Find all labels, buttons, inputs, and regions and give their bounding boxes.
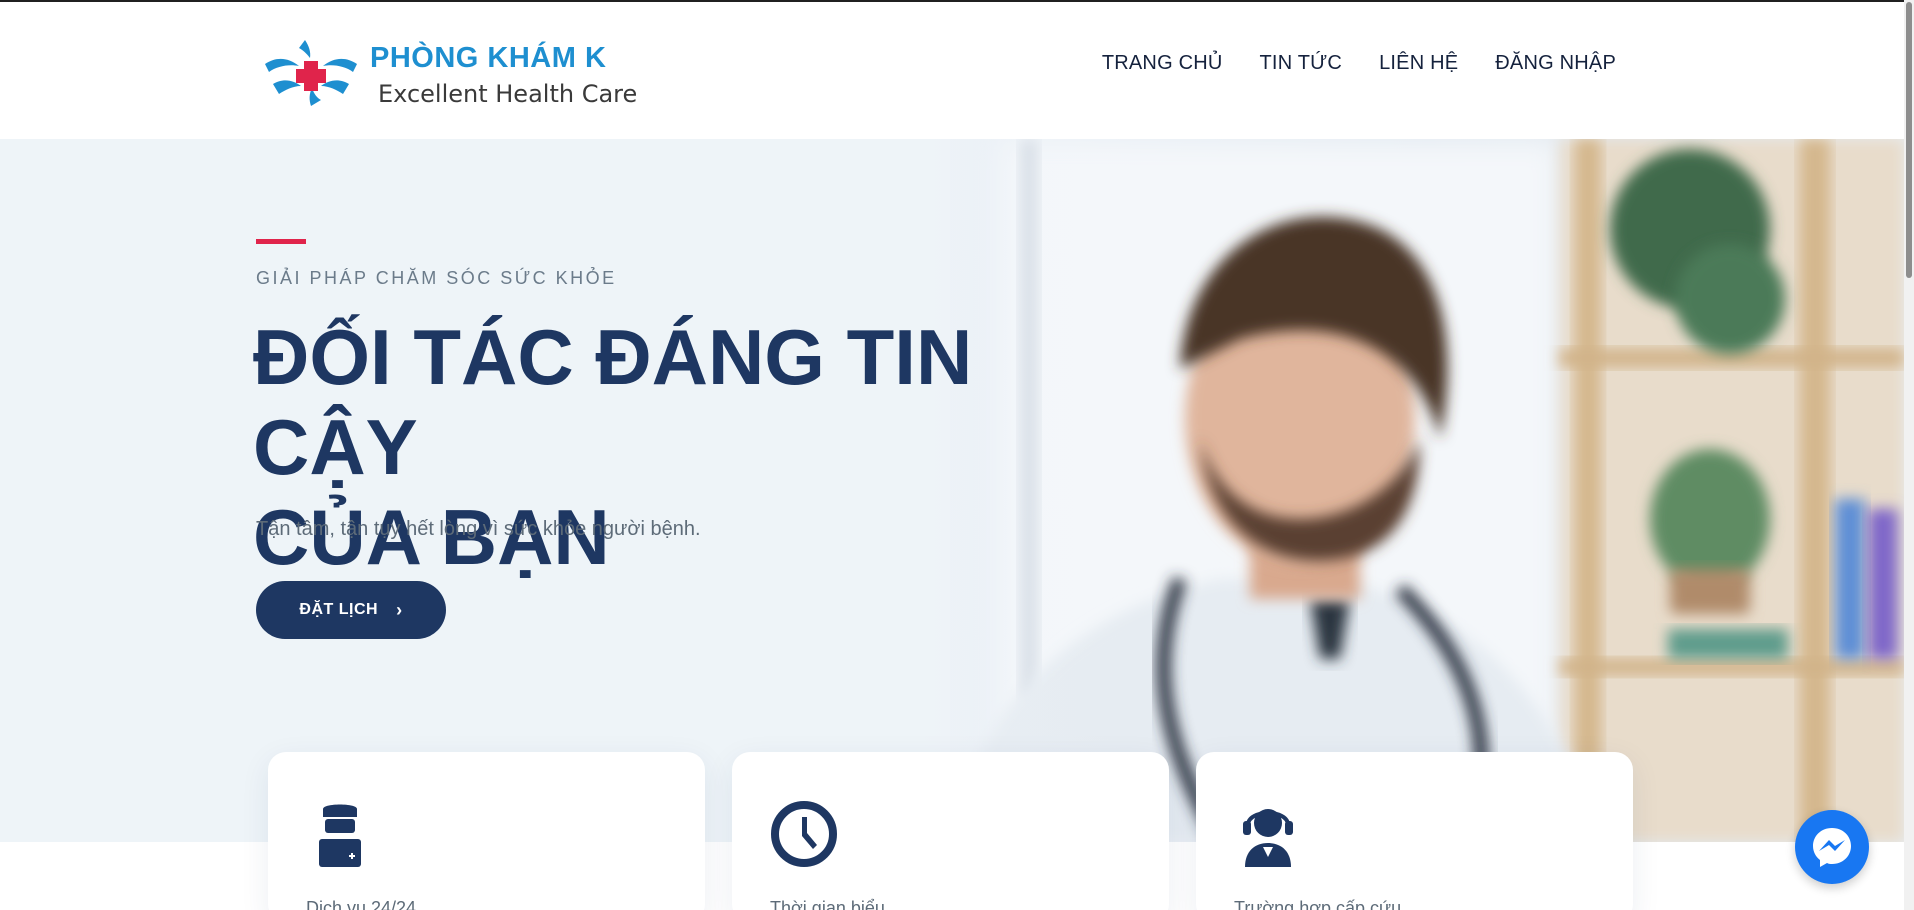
- book-appointment-button[interactable]: ĐẶT LỊCH ›: [256, 581, 446, 639]
- book-appointment-label: ĐẶT LỊCH: [299, 601, 379, 618]
- main-nav: TRANG CHỦ TIN TỨC LIÊN HỆ ĐĂNG NHẬP: [1102, 52, 1616, 75]
- service-card-emergency[interactable]: Trường hợp cấp cứu: [1196, 752, 1633, 910]
- messenger-chat-button[interactable]: [1795, 810, 1869, 884]
- hero-kicker: GIẢI PHÁP CHĂM SÓC SỨC KHỎE: [256, 268, 617, 288]
- site-logo[interactable]: PHÒNG KHÁM K Excellent Health Care: [255, 32, 638, 112]
- hero-accent-bar: [256, 239, 306, 244]
- nav-link-home[interactable]: TRANG CHỦ: [1102, 52, 1223, 75]
- service-card-schedule[interactable]: Thời gian biểu: [732, 752, 1169, 910]
- headset-icon: [1243, 809, 1293, 867]
- chevron-right-icon: ›: [396, 599, 403, 620]
- medical-cross-icon: [265, 40, 357, 106]
- hero-description: Tận tâm, tận tụy hết lòng vì sức khỏe ng…: [256, 518, 701, 540]
- hero-title: ĐỐI TÁC ĐÁNG TIN CẬY CỦA BẠN: [253, 312, 1153, 582]
- hero-title-line-1: ĐỐI TÁC ĐÁNG TIN CẬY: [253, 313, 973, 491]
- doctor-icon: [319, 804, 361, 867]
- clock-icon: [771, 801, 837, 867]
- nav-link-contact[interactable]: LIÊN HỆ: [1379, 52, 1458, 75]
- logo-title: PHÒNG KHÁM K: [370, 42, 607, 74]
- service-card-label: Trường hợp cấp cứu: [1234, 898, 1402, 910]
- logo-subtitle: Excellent Health Care: [378, 80, 638, 108]
- nav-link-news[interactable]: TIN TỨC: [1260, 52, 1343, 75]
- service-card-24h[interactable]: Dịch vụ 24/24: [268, 752, 705, 910]
- page-scrollbar-thumb[interactable]: [1906, 2, 1912, 278]
- site-header: PHÒNG KHÁM K Excellent Health Care TRANG…: [0, 2, 1904, 139]
- service-card-label: Dịch vụ 24/24: [306, 898, 417, 910]
- service-card-label: Thời gian biểu: [770, 898, 885, 910]
- messenger-icon: [1813, 828, 1851, 867]
- nav-link-login[interactable]: ĐĂNG NHẬP: [1495, 52, 1616, 75]
